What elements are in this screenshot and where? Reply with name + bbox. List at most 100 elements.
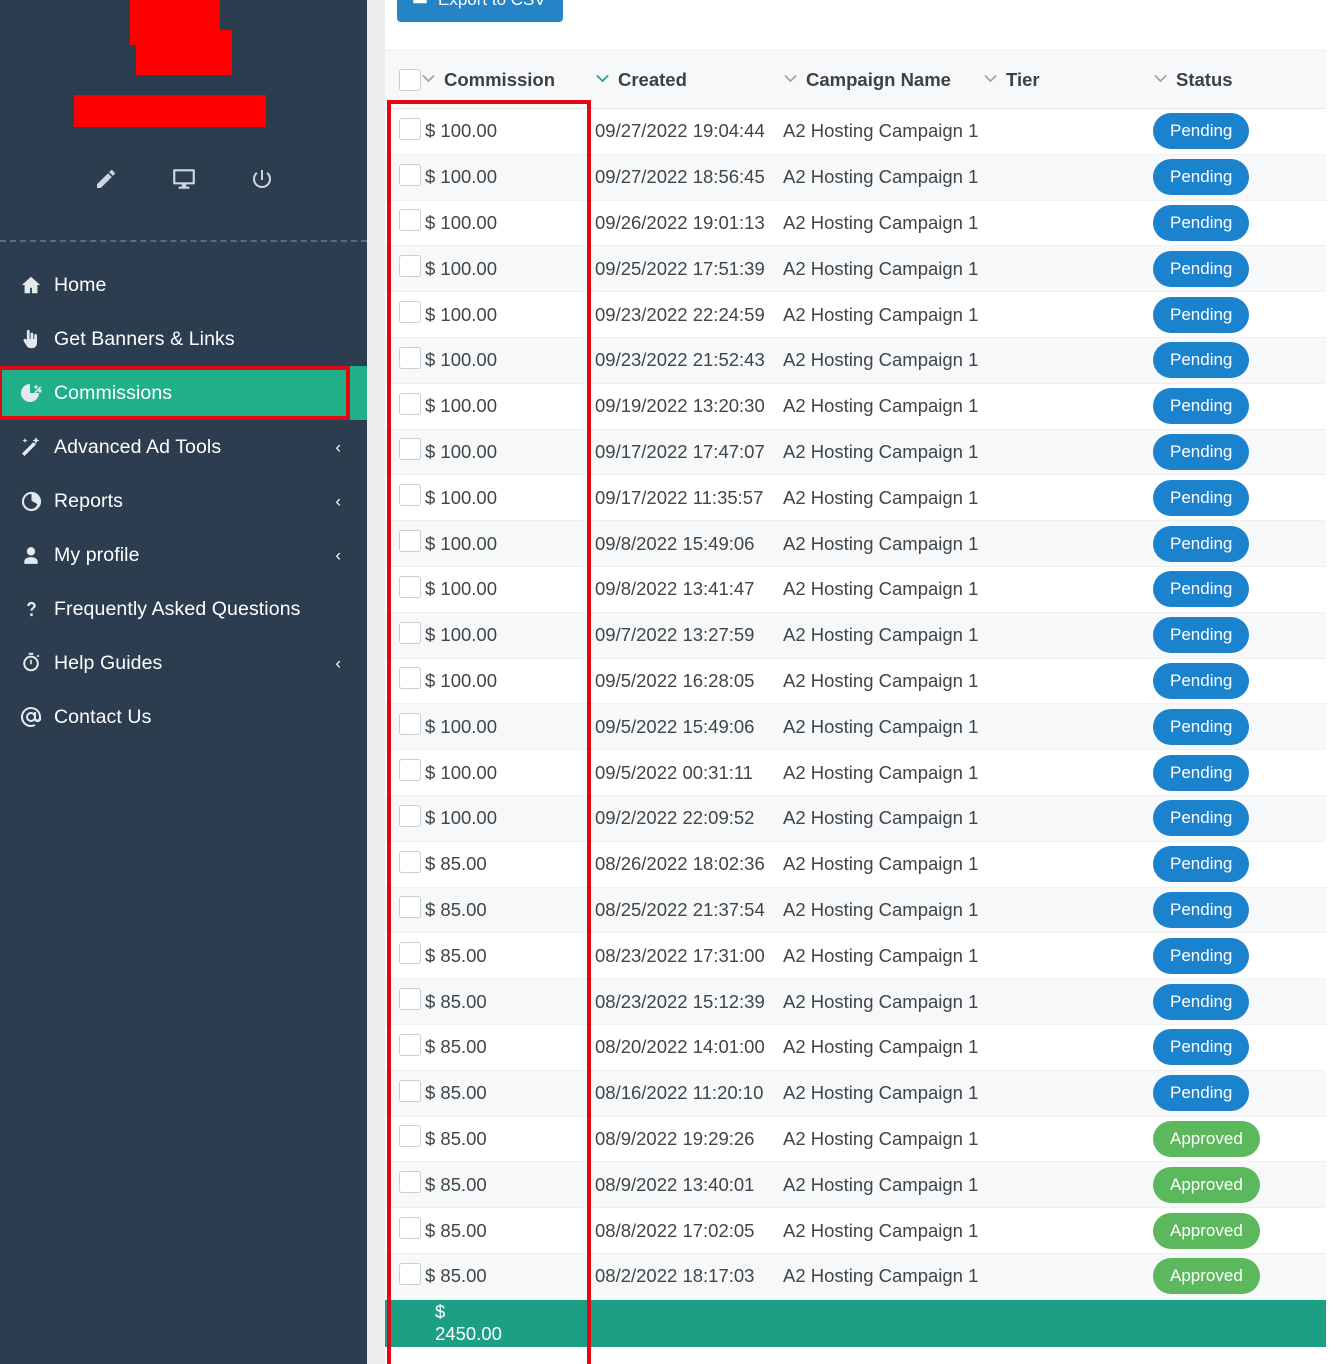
row-checkbox[interactable] xyxy=(399,438,421,460)
row-checkbox[interactable] xyxy=(399,164,421,186)
row-checkbox[interactable] xyxy=(399,1080,421,1102)
row-select-cell[interactable] xyxy=(385,1116,425,1162)
status-badge: Approved xyxy=(1153,1121,1260,1157)
row-checkbox[interactable] xyxy=(399,255,421,277)
row-select-cell[interactable] xyxy=(385,475,425,521)
row-checkbox[interactable] xyxy=(399,896,421,918)
table-row[interactable]: $ 100.0009/23/2022 21:52:43A2 Hosting Ca… xyxy=(385,337,1326,383)
row-select-cell[interactable] xyxy=(385,1024,425,1070)
row-select-cell[interactable] xyxy=(385,429,425,475)
row-checkbox[interactable] xyxy=(399,713,421,735)
row-select-cell[interactable] xyxy=(385,1208,425,1254)
row-checkbox[interactable] xyxy=(399,530,421,552)
row-select-cell[interactable] xyxy=(385,109,425,155)
table-row[interactable]: $ 100.0009/5/2022 15:49:06A2 Hosting Cam… xyxy=(385,704,1326,750)
table-row[interactable]: $ 100.0009/26/2022 19:01:13A2 Hosting Ca… xyxy=(385,200,1326,246)
row-select-cell[interactable] xyxy=(385,704,425,750)
sidebar-item-advanced-ad-tools[interactable]: Advanced Ad Tools ‹ xyxy=(0,420,367,474)
row-select-cell[interactable] xyxy=(385,1253,425,1299)
row-select-cell[interactable] xyxy=(385,658,425,704)
header-commission[interactable]: Commission xyxy=(425,51,595,109)
row-checkbox[interactable] xyxy=(399,759,421,781)
table-row[interactable]: $ 100.0009/8/2022 15:49:06A2 Hosting Cam… xyxy=(385,521,1326,567)
pencil-icon[interactable] xyxy=(92,165,120,193)
row-checkbox[interactable] xyxy=(399,1263,421,1285)
export-to-csv-button[interactable]: Export to CSV xyxy=(397,0,563,22)
table-row[interactable]: $ 85.0008/26/2022 18:02:36A2 Hosting Cam… xyxy=(385,841,1326,887)
table-row[interactable]: $ 100.0009/8/2022 13:41:47A2 Hosting Cam… xyxy=(385,566,1326,612)
table-row[interactable]: $ 100.0009/17/2022 17:47:07A2 Hosting Ca… xyxy=(385,429,1326,475)
table-row[interactable]: $ 100.0009/17/2022 11:35:57A2 Hosting Ca… xyxy=(385,475,1326,521)
table-row[interactable]: $ 100.0009/27/2022 19:04:44A2 Hosting Ca… xyxy=(385,109,1326,155)
row-select-cell[interactable] xyxy=(385,246,425,292)
sidebar-item-home[interactable]: Home xyxy=(0,258,367,312)
table-row[interactable]: $ 100.0009/27/2022 18:56:45A2 Hosting Ca… xyxy=(385,154,1326,200)
sidebar-item-my-profile[interactable]: My profile ‹ xyxy=(0,528,367,582)
table-row[interactable]: $ 85.0008/2/2022 18:17:03A2 Hosting Camp… xyxy=(385,1253,1326,1299)
sidebar-item-contact-us[interactable]: Contact Us xyxy=(0,690,367,744)
row-checkbox[interactable] xyxy=(399,301,421,323)
select-all-checkbox[interactable] xyxy=(399,69,421,91)
row-checkbox[interactable] xyxy=(399,851,421,873)
row-checkbox[interactable] xyxy=(399,1217,421,1239)
row-checkbox[interactable] xyxy=(399,805,421,827)
row-select-cell[interactable] xyxy=(385,383,425,429)
row-checkbox[interactable] xyxy=(399,1171,421,1193)
row-select-cell[interactable] xyxy=(385,292,425,338)
row-select-cell[interactable] xyxy=(385,612,425,658)
sidebar-item-reports[interactable]: Reports ‹ xyxy=(0,474,367,528)
row-checkbox[interactable] xyxy=(399,988,421,1010)
table-row[interactable]: $ 85.0008/16/2022 11:20:10A2 Hosting Cam… xyxy=(385,1070,1326,1116)
row-checkbox[interactable] xyxy=(399,942,421,964)
row-checkbox[interactable] xyxy=(399,1034,421,1056)
row-checkbox[interactable] xyxy=(399,667,421,689)
row-checkbox[interactable] xyxy=(399,118,421,140)
table-row[interactable]: $ 100.0009/5/2022 00:31:11A2 Hosting Cam… xyxy=(385,750,1326,796)
row-select-cell[interactable] xyxy=(385,979,425,1025)
header-select-all[interactable] xyxy=(385,51,425,109)
row-select-cell[interactable] xyxy=(385,337,425,383)
row-select-cell[interactable] xyxy=(385,750,425,796)
table-row[interactable]: $ 85.0008/20/2022 14:01:00A2 Hosting Cam… xyxy=(385,1024,1326,1070)
table-row[interactable]: $ 85.0008/25/2022 21:37:54A2 Hosting Cam… xyxy=(385,887,1326,933)
table-row[interactable]: $ 85.0008/9/2022 19:29:26A2 Hosting Camp… xyxy=(385,1116,1326,1162)
row-select-cell[interactable] xyxy=(385,887,425,933)
row-checkbox[interactable] xyxy=(399,1125,421,1147)
header-status[interactable]: Status xyxy=(1153,51,1326,109)
row-checkbox[interactable] xyxy=(399,209,421,231)
table-row[interactable]: $ 100.0009/5/2022 16:28:05A2 Hosting Cam… xyxy=(385,658,1326,704)
row-checkbox[interactable] xyxy=(399,576,421,598)
row-checkbox[interactable] xyxy=(399,393,421,415)
table-row[interactable]: $ 100.0009/7/2022 13:27:59A2 Hosting Cam… xyxy=(385,612,1326,658)
header-tier[interactable]: Tier xyxy=(983,51,1153,109)
table-row[interactable]: $ 100.0009/2/2022 22:09:52A2 Hosting Cam… xyxy=(385,795,1326,841)
row-select-cell[interactable] xyxy=(385,200,425,246)
monitor-icon[interactable] xyxy=(170,165,198,193)
row-checkbox[interactable] xyxy=(399,622,421,644)
row-select-cell[interactable] xyxy=(385,1070,425,1116)
table-row[interactable]: $ 85.0008/23/2022 17:31:00A2 Hosting Cam… xyxy=(385,933,1326,979)
table-row[interactable]: $ 100.0009/25/2022 17:51:39A2 Hosting Ca… xyxy=(385,246,1326,292)
row-select-cell[interactable] xyxy=(385,795,425,841)
row-select-cell[interactable] xyxy=(385,933,425,979)
cell-tier xyxy=(983,933,1153,979)
power-icon[interactable] xyxy=(248,165,276,193)
row-select-cell[interactable] xyxy=(385,1162,425,1208)
sidebar-item-faq[interactable]: Frequently Asked Questions xyxy=(0,582,367,636)
table-row[interactable]: $ 100.0009/23/2022 22:24:59A2 Hosting Ca… xyxy=(385,292,1326,338)
table-row[interactable]: $ 85.0008/9/2022 13:40:01A2 Hosting Camp… xyxy=(385,1162,1326,1208)
row-select-cell[interactable] xyxy=(385,154,425,200)
sidebar-item-commissions[interactable]: Commissions xyxy=(0,366,367,420)
row-select-cell[interactable] xyxy=(385,521,425,567)
row-checkbox[interactable] xyxy=(399,347,421,369)
row-select-cell[interactable] xyxy=(385,566,425,612)
header-campaign-name[interactable]: Campaign Name xyxy=(783,51,983,109)
table-row[interactable]: $ 85.0008/8/2022 17:02:05A2 Hosting Camp… xyxy=(385,1208,1326,1254)
row-checkbox[interactable] xyxy=(399,484,421,506)
sidebar-item-get-banners-links[interactable]: Get Banners & Links xyxy=(0,312,367,366)
row-select-cell[interactable] xyxy=(385,841,425,887)
table-row[interactable]: $ 85.0008/23/2022 15:12:39A2 Hosting Cam… xyxy=(385,979,1326,1025)
table-row[interactable]: $ 100.0009/19/2022 13:20:30A2 Hosting Ca… xyxy=(385,383,1326,429)
sidebar-item-help-guides[interactable]: Help Guides ‹ xyxy=(0,636,367,690)
header-created[interactable]: Created xyxy=(595,51,783,109)
